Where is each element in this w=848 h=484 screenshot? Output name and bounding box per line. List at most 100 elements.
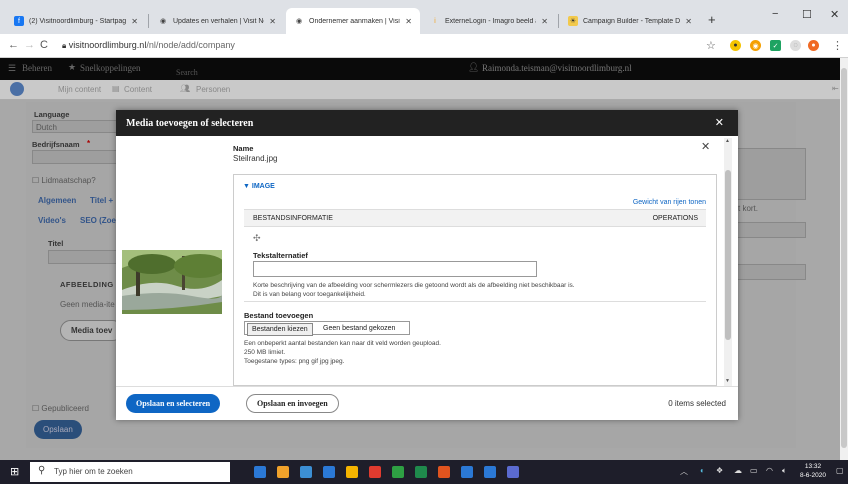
modal-footer: Opslaan en selecteren Opslaan en invoege… — [116, 386, 738, 420]
tab-videos[interactable]: Video's — [38, 216, 66, 225]
store-icon[interactable] — [300, 466, 312, 478]
required-mark: * — [87, 139, 91, 148]
mail-icon[interactable] — [323, 466, 335, 478]
tray-chevron-icon[interactable]: ︿ — [680, 466, 688, 477]
search-placeholder: Typ hier om te zoeken — [54, 467, 133, 476]
close-window-button[interactable]: ✕ — [830, 8, 839, 21]
search-link[interactable]: Search — [176, 68, 198, 77]
choose-files-button[interactable]: Bestanden kiezen — [247, 323, 313, 336]
scrollbar-thumb[interactable] — [725, 170, 731, 340]
extension-icon[interactable]: ◌ — [790, 40, 801, 51]
profile-avatar[interactable]: ● — [808, 40, 819, 51]
wifi-icon[interactable]: ◠ — [766, 466, 773, 475]
back-icon[interactable]: ← — [8, 39, 19, 51]
forward-icon[interactable]: → — [24, 39, 35, 51]
add-file-label: Bestand toevoegen — [244, 311, 314, 320]
browser-tab[interactable]: ⅰ ExternеLogin - Imagro beeld ard ✕ — [422, 8, 556, 34]
tray-app-icon[interactable]: ☁ — [734, 466, 742, 475]
admin-subbar: Mijn content ▤ Content 👥︎ Personen ⇤ — [0, 80, 848, 100]
close-tab-icon[interactable]: ✕ — [269, 17, 276, 26]
no-media-text: Geen media-ite — [60, 300, 115, 309]
published-checkbox[interactable]: ☐ Gepubliceerd — [32, 404, 89, 413]
page-scrollbar[interactable] — [840, 58, 848, 460]
add-media-button[interactable]: Media toev — [60, 320, 124, 341]
site-icon: ◉ — [295, 18, 303, 25]
new-tab-button[interactable]: + — [708, 12, 716, 27]
save-insert-button[interactable]: Opslaan en invoegen — [246, 394, 339, 413]
browser-tab[interactable]: ◉ Updates en verhalen | Visit Noo ✕ — [150, 8, 284, 34]
save-button[interactable]: Opslaan — [34, 420, 82, 439]
close-tab-icon[interactable]: ✕ — [405, 17, 412, 26]
file-picker[interactable]: Bestanden kiezen Geen bestand gekozen — [244, 321, 410, 336]
word-icon[interactable] — [461, 466, 473, 478]
extension-icon[interactable]: ◉ — [750, 40, 761, 51]
membership-checkbox[interactable]: ☐ Lidmaatschap? — [32, 176, 96, 185]
remove-item-button[interactable]: ✕ — [701, 140, 710, 153]
items-selected-count: 0 items selected — [668, 399, 726, 408]
drag-handle-icon[interactable]: ✣ — [253, 233, 261, 244]
title-input[interactable] — [48, 250, 118, 264]
published-label: Gepubliceerd — [41, 404, 89, 413]
task-view-icon[interactable] — [254, 466, 266, 478]
maximize-button[interactable]: ☐ — [802, 8, 812, 21]
tab-title-plus[interactable]: Titel + — [90, 196, 113, 205]
my-content-link[interactable]: Mijn content — [58, 85, 101, 94]
tray-app-icon[interactable]: ❖ — [716, 466, 723, 475]
battery-icon[interactable]: ▭ — [750, 466, 758, 475]
volume-icon[interactable]: 🔈︎ — [782, 466, 787, 476]
file-explorer-icon[interactable] — [277, 466, 289, 478]
content-link[interactable]: Content — [124, 85, 152, 94]
menu-icon[interactable]: ⋮ — [832, 39, 843, 52]
tab-general[interactable]: Algemeen — [38, 196, 76, 205]
image-section-toggle[interactable]: ▼ IMAGE — [243, 183, 275, 190]
file-help-line: Toegestane types: png gif jpg jpeg. — [244, 358, 345, 365]
minimize-button[interactable]: − — [772, 8, 778, 20]
scroll-down-icon[interactable]: ▼ — [725, 378, 730, 384]
extension-icon[interactable]: ● — [730, 40, 741, 51]
save-select-button[interactable]: Opslaan en selecteren — [126, 394, 221, 413]
row-weights-link[interactable]: Gewicht van rijen tonen — [633, 199, 706, 206]
app-icon[interactable] — [438, 466, 450, 478]
teams-icon[interactable] — [507, 466, 519, 478]
star-icon[interactable]: ☆ — [706, 39, 716, 52]
shortcuts-link[interactable]: Snelkoppelingen — [80, 63, 141, 73]
excel-icon[interactable] — [415, 466, 427, 478]
outlook-icon[interactable] — [484, 466, 496, 478]
alt-text-label: Tekstalternatief — [253, 251, 308, 260]
alt-text-input[interactable] — [253, 261, 537, 277]
notifications-icon[interactable]: ▢ — [836, 466, 844, 475]
textarea-right[interactable] — [734, 148, 806, 200]
modal-close-button[interactable]: ✕ — [715, 116, 724, 129]
extension-check-icon[interactable]: ✓ — [770, 40, 781, 51]
close-tab-icon[interactable]: ✕ — [541, 17, 548, 26]
publisher-icon[interactable] — [392, 466, 404, 478]
close-tab-icon[interactable]: ✕ — [131, 17, 138, 26]
browser-tab[interactable]: f (2) Visitnoordlimburg - Startpagi ✕ — [6, 8, 146, 34]
scroll-up-icon[interactable]: ▲ — [725, 138, 730, 144]
close-tab-icon[interactable]: ✕ — [685, 17, 692, 26]
acrobat-icon[interactable] — [369, 466, 381, 478]
clock[interactable]: 13:32 8-6-2020 — [800, 462, 826, 480]
reload-icon[interactable]: C — [40, 39, 48, 51]
tray-app-icon[interactable]: ◐ — [700, 466, 705, 475]
taskbar-search[interactable]: ⚲ Typ hier om te zoeken — [30, 462, 230, 482]
url-field[interactable]: 🔒︎ visitnoordlimburg.nl/nl/node/add/comp… — [62, 40, 235, 51]
drupal-drop-icon[interactable] — [10, 82, 24, 96]
user-link[interactable]: Raimonda.teisman@visitnoordlimburg.nl — [482, 63, 632, 73]
tab-seo[interactable]: SEO (Zoek — [80, 216, 120, 225]
windows-start-icon[interactable]: ⊞ — [10, 465, 19, 478]
hamburger-icon[interactable]: ☰ — [8, 63, 16, 74]
col-operations: OPERATIONS — [652, 215, 698, 222]
company-input[interactable] — [32, 150, 122, 164]
manage-link[interactable]: Beheren — [22, 63, 52, 73]
page-scrollbar-thumb[interactable] — [841, 68, 847, 448]
browser-tab[interactable]: ☀ Campaign Builder - Template De ✕ — [560, 8, 700, 34]
collapse-icon[interactable]: ⇤ — [832, 84, 839, 93]
language-select[interactable]: Dutch — [36, 123, 57, 132]
modal-header: Media toevoegen of selecteren — [116, 110, 738, 136]
col-file-info: BESTANDSINFORMATIE — [253, 215, 333, 222]
people-link[interactable]: Personen — [196, 85, 230, 94]
chrome-icon[interactable] — [346, 466, 358, 478]
browser-tab-active[interactable]: ◉ Ondernemer aanmaken | Visit N ✕ — [286, 8, 420, 34]
tab-title: ExternеLogin - Imagro beeld ard — [445, 17, 537, 25]
